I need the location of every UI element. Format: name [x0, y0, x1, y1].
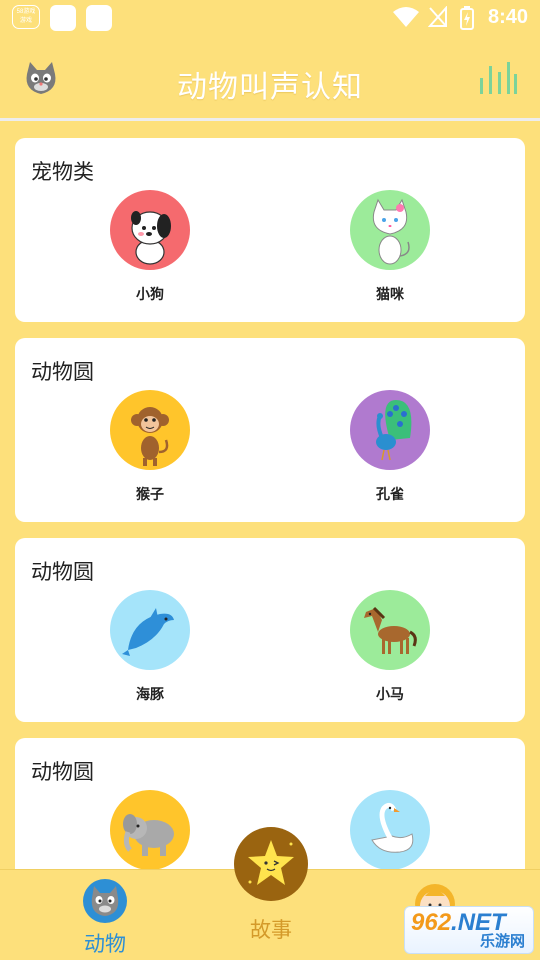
animal-item-horse[interactable]: 小马 — [310, 588, 470, 718]
battery-charging-icon — [460, 6, 474, 30]
page-title: 动物叫声认知 — [177, 71, 363, 104]
animal-label: 小马 — [376, 686, 404, 702]
tab-label: 动物 — [84, 933, 126, 956]
tab-label: 故事 — [250, 919, 292, 942]
watermark-brand-a: 962 — [411, 909, 452, 936]
dolphin-icon[interactable] — [110, 590, 190, 670]
section-title: 动物圆 — [31, 561, 94, 584]
equalizer-bars-icon[interactable] — [478, 60, 518, 96]
cat-icon[interactable] — [350, 190, 430, 270]
section-card-pets: 宠物类 小狗 猫咪 — [15, 138, 525, 322]
section-title: 动物圆 — [31, 761, 94, 784]
peacock-icon[interactable] — [350, 390, 430, 470]
section-card-zoo-2: 动物圆 海豚 小马 — [15, 538, 525, 722]
watermark-site: 乐游网 — [479, 933, 525, 950]
animal-item-dog[interactable]: 小狗 — [70, 188, 230, 318]
puppy-icon[interactable] — [110, 190, 190, 270]
swan-icon[interactable] — [350, 790, 430, 870]
app-badge-bottom-text: 游戏 — [19, 18, 32, 24]
section-card-zoo: 动物圆 猴子 孔雀 — [15, 338, 525, 522]
star-story-icon — [234, 827, 308, 901]
notification-square-icon — [86, 5, 112, 31]
tab-story[interactable]: 故事 — [226, 826, 316, 944]
animal-label: 孔雀 — [376, 486, 404, 502]
app-notification-icon: 58游戏 游戏 — [12, 5, 40, 29]
animal-label: 海豚 — [136, 686, 164, 702]
app-header: 动物叫声认知 — [0, 46, 540, 112]
app-badge-top-text: 58游戏 — [16, 9, 36, 15]
watermark-logo: 962.NET 乐游网 — [404, 906, 534, 954]
animal-label: 猫咪 — [376, 286, 404, 302]
no-signal-icon — [428, 6, 447, 27]
animal-item-monkey[interactable]: 猴子 — [70, 388, 230, 518]
animal-item-peacock[interactable]: 孔雀 — [310, 388, 470, 518]
status-bar: 58游戏 游戏 8:40 — [0, 0, 540, 36]
cat-tab-icon — [83, 879, 127, 923]
wifi-icon — [393, 7, 419, 27]
animal-item-cat[interactable]: 猫咪 — [310, 188, 470, 318]
elephant-icon[interactable] — [110, 790, 190, 870]
animal-label: 猴子 — [136, 486, 164, 502]
section-title: 宠物类 — [31, 161, 94, 184]
notification-square-icon — [50, 5, 76, 31]
animal-item-dolphin[interactable]: 海豚 — [70, 588, 230, 718]
header-divider — [0, 118, 540, 121]
tab-animals[interactable]: 动物 — [70, 878, 140, 958]
animal-label: 小狗 — [136, 286, 164, 302]
section-title: 动物圆 — [31, 361, 94, 384]
monkey-icon[interactable] — [110, 390, 190, 470]
bottom-navigation: 动物 故事 962.NET 乐游网 — [0, 827, 540, 960]
horse-icon[interactable] — [350, 590, 430, 670]
clock: 8:40 — [487, 6, 528, 28]
